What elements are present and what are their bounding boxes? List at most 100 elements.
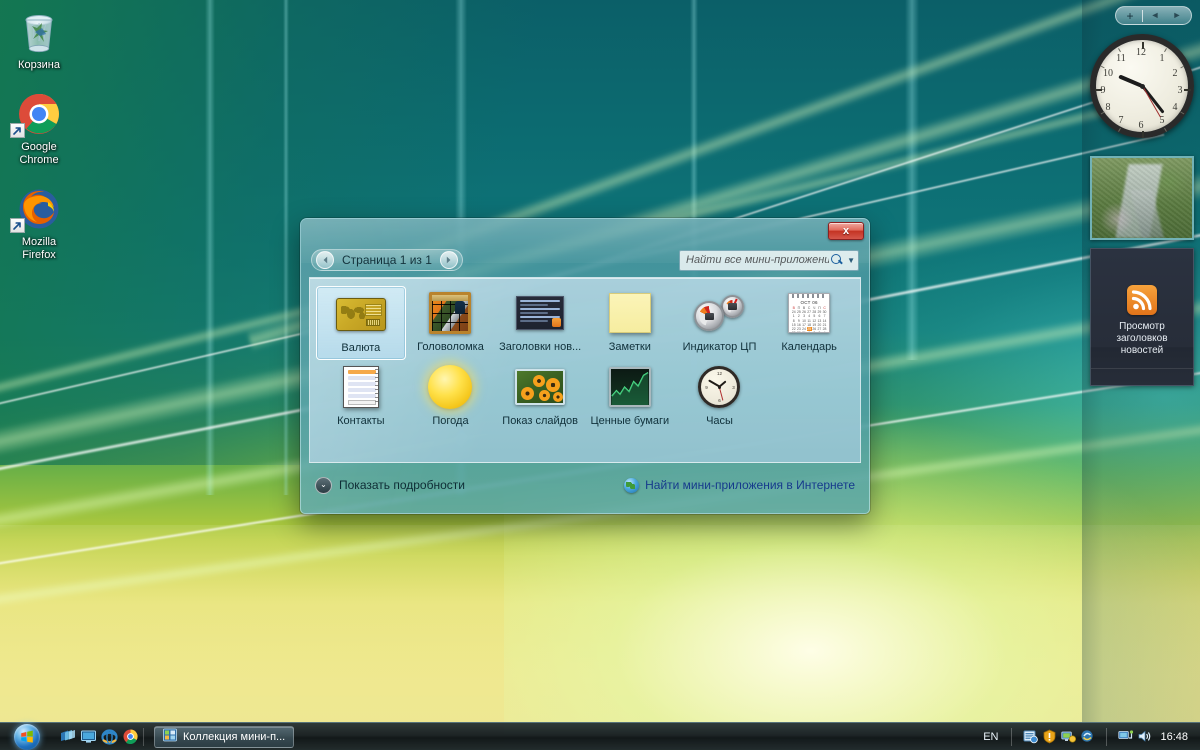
gadget-label: Валюта	[341, 342, 381, 354]
sidebar-feed-headlines-gadget[interactable]: Просмотр заголовков новостей	[1090, 248, 1194, 386]
explorer-icon[interactable]	[1080, 729, 1095, 744]
gadget-gallery-window[interactable]: x Страница 1 из 1 ▼ Валюта	[300, 218, 870, 514]
search-icon[interactable]	[831, 253, 843, 267]
clock-center-pin	[1139, 83, 1145, 89]
task-button-list: Коллекция мини-п...	[154, 725, 294, 748]
gadget-label: Заголовки нов...	[499, 341, 582, 353]
google-chrome-icon[interactable]	[121, 728, 139, 746]
gallery-navigation-bar: Страница 1 из 1 ▼	[301, 243, 869, 277]
recycle-bin-icon	[2, 8, 76, 56]
weather-gadget-icon	[424, 365, 476, 409]
slideshow-gadget-icon	[514, 366, 566, 408]
shortcut-overlay-icon	[10, 123, 25, 138]
clock-numeral: 1	[1159, 53, 1165, 64]
network-icon[interactable]	[1118, 729, 1134, 744]
find-gadgets-online-label: Найти мини-приложения в Интернете	[645, 478, 855, 492]
desktop-icon-label: Корзина	[18, 59, 60, 71]
gadget-grid: Валюта Головоломка Заголовки нов... Заме…	[310, 278, 860, 440]
gadget-item-slideshow[interactable]: Показ слайдов	[495, 360, 585, 432]
clock-numeral: 10	[1103, 68, 1113, 79]
gadget-label: Погода	[432, 415, 469, 427]
gallery-title-bar[interactable]: x	[301, 219, 869, 243]
analog-clock-face: 12 1 2 3 4 5 6 7 8 9 10 11	[1090, 34, 1194, 138]
slideshow-photo	[1090, 156, 1194, 240]
prev-page-button[interactable]	[316, 251, 334, 269]
gadget-item-feed-headlines[interactable]: Заголовки нов...	[495, 286, 585, 360]
search-box[interactable]: ▼	[679, 249, 859, 271]
desktop-icon-recycle-bin[interactable]: Корзина	[0, 4, 78, 74]
gadget-item-clock[interactable]: 12 3 6 9 Часы	[675, 360, 765, 432]
gadget-label: Головоломка	[417, 341, 484, 353]
desktop-icon-google-chrome[interactable]: Google Chrome	[0, 86, 78, 169]
sidebar-add-gadget-button[interactable]: +	[1119, 8, 1141, 23]
sidebar-prev-gadget-button[interactable]: ◄	[1144, 8, 1166, 23]
flip3d-icon[interactable]	[58, 728, 76, 746]
sidebar-next-gadget-button[interactable]: ►	[1166, 8, 1188, 23]
desktop-icon-mozilla-firefox[interactable]: Mozilla Firefox	[0, 181, 78, 264]
chevron-down-icon[interactable]: ▼	[847, 256, 855, 265]
language-indicator[interactable]: EN	[975, 731, 1006, 743]
mozilla-firefox-icon	[2, 185, 76, 233]
gadget-item-cpu-meter[interactable]: Индикатор ЦП	[675, 286, 765, 360]
feed-gadget-title: Просмотр заголовков новостей	[1116, 321, 1168, 356]
security-warning-icon[interactable]	[1042, 729, 1057, 744]
gadget-item-calendar[interactable]: ОСТ 06 ВПВСЧПС 24 25 26 27 28 29 30 1234567 89…	[764, 286, 854, 360]
clock-second-hand	[1141, 85, 1161, 118]
gadget-item-weather[interactable]: Погода	[406, 360, 496, 432]
gadget-gallery-icon	[163, 728, 177, 745]
gadget-item-notes[interactable]: Заметки	[585, 286, 675, 360]
gadget-item-puzzle[interactable]: Головоломка	[406, 286, 496, 360]
rss-icon	[1127, 285, 1157, 315]
clock-numeral: 11	[1116, 53, 1126, 64]
notification-icon[interactable]	[1023, 729, 1039, 744]
globe-icon	[624, 477, 640, 493]
close-icon: x	[842, 224, 850, 237]
gadget-item-currency[interactable]: Валюта	[316, 286, 406, 360]
currency-gadget-icon	[335, 293, 387, 335]
desktop-icon-label: Google Chrome	[19, 141, 59, 166]
sidebar-toolbar[interactable]: + ◄ ►	[1115, 6, 1192, 25]
network-config-icon[interactable]	[1061, 729, 1077, 744]
chevron-down-icon: ⌄	[315, 476, 332, 494]
sidebar-slideshow-gadget[interactable]	[1090, 156, 1194, 240]
clock-numeral: 8	[1105, 102, 1111, 113]
shortcut-overlay-icon	[10, 218, 25, 233]
taskbar-button-gadget-gallery[interactable]: Коллекция мини-п...	[154, 725, 294, 748]
start-button[interactable]	[2, 723, 52, 750]
show-desktop-icon[interactable]	[79, 728, 97, 746]
windows-logo-icon	[14, 723, 40, 750]
page-indicator-label: Страница 1 из 1	[342, 253, 432, 267]
show-details-label: Показать подробности	[339, 478, 465, 492]
internet-explorer-icon[interactable]	[100, 728, 118, 746]
tray-status-icons	[1112, 729, 1158, 744]
system-tray: EN 16:48	[975, 723, 1200, 750]
clock-numeral: 6	[1138, 120, 1144, 131]
clock-numeral: 12	[1136, 47, 1146, 58]
gadget-item-contacts[interactable]: Контакты	[316, 360, 406, 432]
search-input[interactable]	[686, 254, 829, 266]
gadget-item-stocks[interactable]: Ценные бумаги	[585, 360, 675, 432]
quick-launch-bar	[58, 728, 139, 746]
show-details-button[interactable]: ⌄ Показать подробности	[315, 476, 465, 494]
sidebar-clock-gadget[interactable]: 12 1 2 3 4 5 6 7 8 9 10 11	[1090, 34, 1194, 154]
puzzle-gadget-icon	[424, 292, 476, 334]
volume-icon[interactable]	[1137, 729, 1152, 744]
close-button[interactable]: x	[828, 222, 864, 240]
gadget-label: Контакты	[337, 415, 385, 427]
clock-numeral: 5	[1159, 115, 1165, 126]
page-navigator[interactable]: Страница 1 из 1	[311, 249, 463, 271]
feed-gadget-divider	[1091, 368, 1193, 369]
gadget-label: Часы	[706, 415, 733, 427]
gadget-label: Индикатор ЦП	[682, 341, 757, 353]
taskbar-button-label: Коллекция мини-п...	[183, 730, 286, 743]
contacts-gadget-icon	[335, 366, 387, 408]
calendar-gadget-icon: ОСТ 06 ВПВСЧПС 24 25 26 27 28 29 30 1234567 89…	[783, 292, 835, 334]
desktop-icon-list: Корзина Google Chrome Mozilla Firefox	[0, 4, 78, 276]
clock-numeral: 3	[1177, 85, 1183, 96]
desktop-icon-label: Mozilla Firefox	[21, 236, 57, 261]
gadget-label: Показ слайдов	[502, 415, 579, 427]
next-page-button[interactable]	[439, 251, 458, 269]
find-gadgets-online-link[interactable]: Найти мини-приложения в Интернете	[624, 477, 855, 493]
tray-clock[interactable]: 16:48	[1158, 731, 1194, 743]
feed-headlines-gadget-icon	[514, 292, 566, 334]
